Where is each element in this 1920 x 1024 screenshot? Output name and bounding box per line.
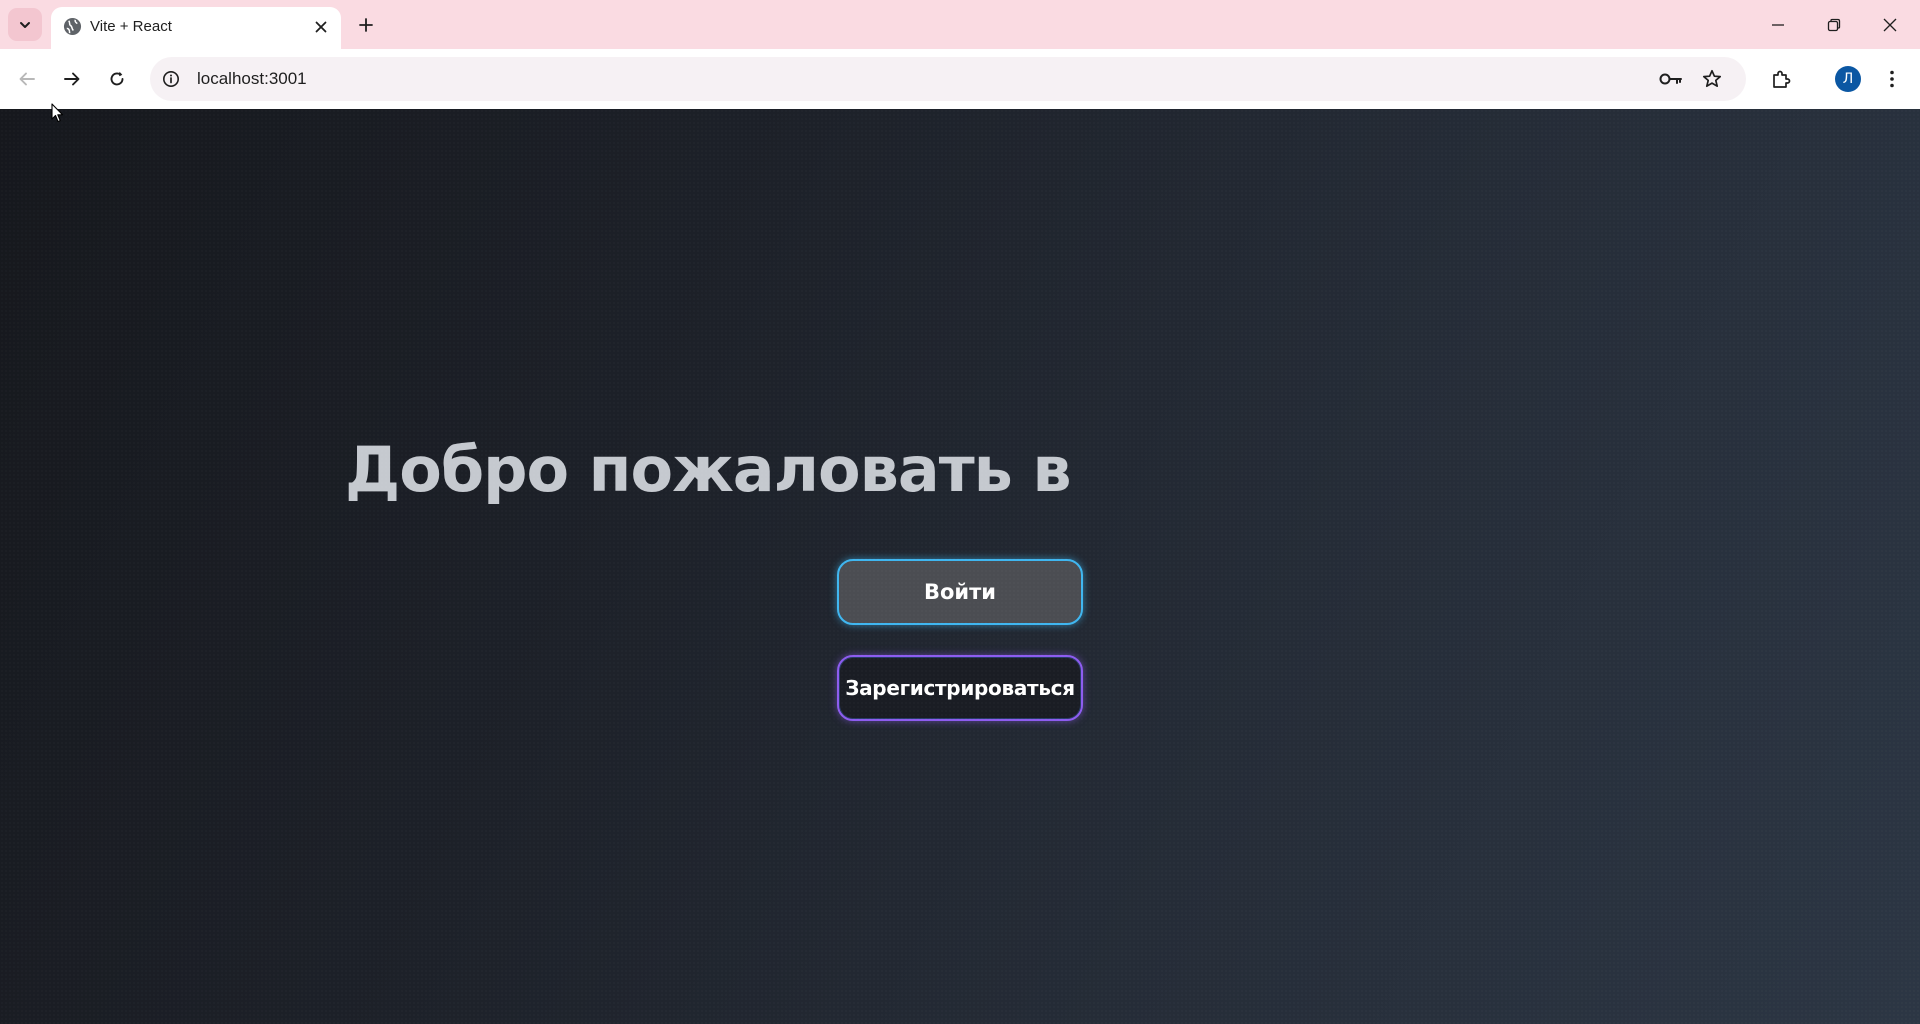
register-button[interactable]: Зарегистрироваться [837, 655, 1083, 721]
browser-window: Vite + React localhost:3001 Л Добро пожа… [0, 0, 1920, 1024]
back-arrow-icon [19, 72, 35, 86]
page-content: Добро пожаловать в Войти Зарегистрироват… [0, 109, 1920, 1024]
forward-arrow-icon [64, 72, 80, 86]
forward-button[interactable] [56, 63, 88, 95]
minimize-icon [1772, 23, 1784, 26]
tab-search-button[interactable] [8, 8, 42, 41]
reload-button[interactable] [101, 63, 133, 95]
star-icon [1702, 69, 1722, 88]
browser-tab-active[interactable]: Vite + React [51, 7, 341, 49]
welcome-title: Добро пожаловать в [345, 433, 1072, 506]
plus-icon [359, 18, 373, 32]
site-info-button[interactable] [160, 68, 182, 90]
window-close-icon [1883, 18, 1897, 31]
mouse-cursor-icon [51, 103, 64, 123]
tab-title: Vite + React [90, 18, 172, 35]
back-button[interactable] [11, 63, 43, 95]
restore-icon [1827, 18, 1841, 31]
browser-toolbar: localhost:3001 Л [0, 49, 1920, 109]
url-text[interactable]: localhost:3001 [197, 69, 307, 89]
profile-avatar[interactable]: Л [1835, 66, 1861, 92]
tab-search-icon [20, 21, 30, 28]
more-vert-icon [1890, 70, 1894, 88]
extensions-icon [1773, 70, 1791, 88]
close-icon [315, 21, 327, 33]
bookmark-button[interactable] [1698, 66, 1726, 92]
browser-menu-button[interactable] [1876, 63, 1908, 95]
reload-icon [110, 71, 124, 86]
minimize-button[interactable] [1750, 0, 1806, 49]
tab-strip: Vite + React [0, 0, 1920, 49]
extensions-button[interactable] [1765, 63, 1797, 95]
info-icon [163, 71, 179, 87]
restore-button[interactable] [1806, 0, 1862, 49]
window-close-button[interactable] [1862, 0, 1918, 49]
tab-close-button[interactable] [309, 15, 333, 39]
globe-icon [63, 17, 82, 36]
key-icon [1659, 73, 1682, 85]
new-tab-button[interactable] [352, 11, 380, 39]
login-button[interactable]: Войти [837, 559, 1083, 625]
address-bar[interactable]: localhost:3001 [150, 57, 1746, 101]
password-manager-button[interactable] [1656, 66, 1686, 92]
